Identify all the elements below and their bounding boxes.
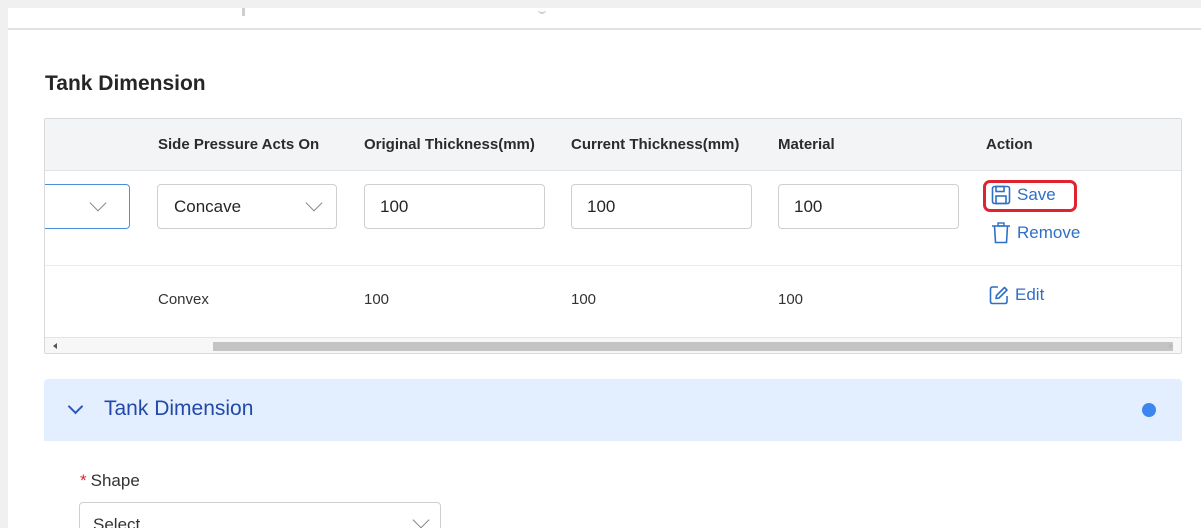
shape-label: * Shape <box>80 471 140 491</box>
chevron-down-icon <box>89 194 107 212</box>
edit-label: Edit <box>1015 285 1045 304</box>
original-thickness-field[interactable] <box>364 184 545 229</box>
section-title: Tank Dimension <box>45 72 206 95</box>
remove-label: Remove <box>1017 223 1081 242</box>
cell-original-thickness: 100 <box>364 291 390 308</box>
scroll-right-arrow-icon[interactable] <box>1169 343 1173 349</box>
required-mark: * <box>80 471 87 490</box>
original-thickness-input[interactable] <box>365 185 544 228</box>
status-dot-icon <box>1142 403 1156 417</box>
chevron-down-icon <box>412 511 430 528</box>
chevron-down-icon <box>305 194 323 212</box>
highlight-annotation <box>983 180 1077 212</box>
shape-label-text: Shape <box>90 471 140 490</box>
shape-placeholder: Select <box>93 515 141 528</box>
panel-title: Tank Dimension <box>104 397 254 420</box>
header-side-pressure: Side Pressure Acts On <box>158 136 320 153</box>
material-field[interactable] <box>778 184 959 229</box>
side-pressure-value: Concave <box>174 197 242 216</box>
current-thickness-input[interactable] <box>572 185 751 228</box>
table-row-editing: Concave Save Remove <box>45 172 1181 266</box>
dimension-table: Side Pressure Acts On Original Thickness… <box>44 118 1182 354</box>
horizontal-scrollbar[interactable] <box>45 337 1181 353</box>
remove-button[interactable]: Remove <box>991 222 1080 244</box>
table-header: Side Pressure Acts On Original Thickness… <box>45 119 1181 171</box>
trash-icon <box>992 222 1010 244</box>
scrollbar-thumb[interactable] <box>213 342 1173 351</box>
header-original-thickness: Original Thickness(mm) <box>364 136 535 153</box>
chevron-down-icon <box>67 398 84 415</box>
cell-side-pressure: Convex <box>158 291 209 308</box>
side-pressure-dropdown[interactable]: Concave <box>157 184 337 229</box>
table-row: Convex 100 100 100 Edit <box>45 267 1181 337</box>
shape-dropdown[interactable]: Select <box>79 502 441 528</box>
edit-icon <box>989 286 1008 305</box>
header-current-thickness: Current Thickness(mm) <box>571 136 740 153</box>
previous-column-dropdown[interactable] <box>45 184 130 229</box>
cut-off-text-fragment <box>538 8 546 14</box>
scroll-left-arrow-icon[interactable] <box>53 343 57 349</box>
header-action: Action <box>986 136 1033 153</box>
cell-current-thickness: 100 <box>571 291 597 308</box>
cut-off-text-fragment <box>242 8 245 16</box>
collapsible-panel-header[interactable]: Tank Dimension <box>44 379 1182 441</box>
header-material: Material <box>778 136 835 153</box>
current-thickness-field[interactable] <box>571 184 752 229</box>
edit-button[interactable]: Edit <box>989 285 1044 305</box>
cell-material: 100 <box>778 291 804 308</box>
divider <box>8 28 1201 30</box>
material-input[interactable] <box>779 185 958 228</box>
